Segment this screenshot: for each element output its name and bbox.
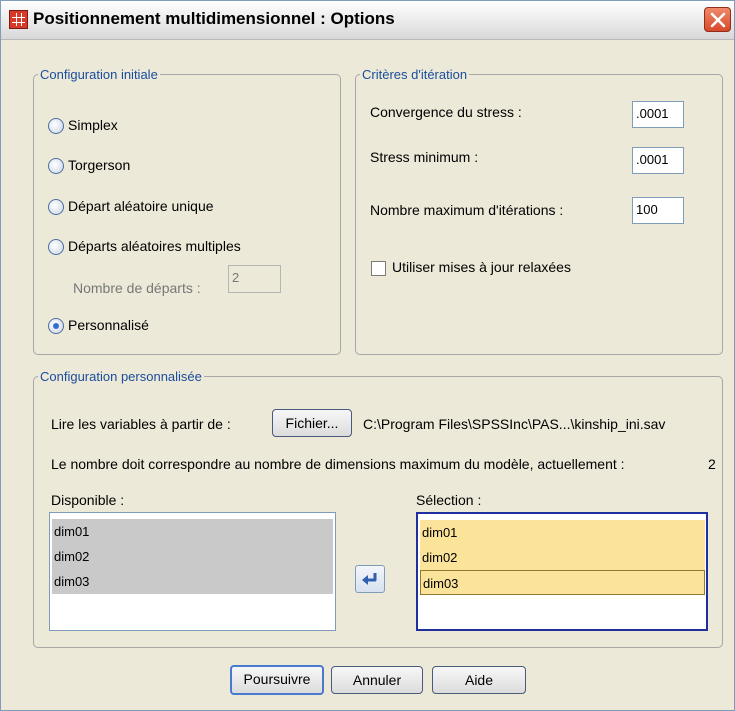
available-list[interactable]: dim01 dim02 dim03 xyxy=(49,512,336,631)
relaxed-updates-label[interactable]: Utiliser mises à jour relaxées xyxy=(392,259,571,275)
file-button[interactable]: Fichier... xyxy=(272,409,352,437)
custom-config-legend: Configuration personnalisée xyxy=(40,369,202,384)
available-label: Disponible : xyxy=(51,492,125,508)
help-button[interactable]: Aide xyxy=(432,666,526,694)
dimensions-note: Le nombre doit correspondre au nombre de… xyxy=(51,456,625,472)
radio-single-random-start[interactable] xyxy=(48,199,64,215)
max-iterations-input[interactable]: 100 xyxy=(632,197,684,224)
list-item[interactable]: dim01 xyxy=(52,519,333,544)
convergence-label: Convergence du stress : xyxy=(370,104,522,120)
spss-table-icon xyxy=(9,10,28,29)
convergence-input[interactable]: .0001 xyxy=(632,101,684,128)
file-path: C:\Program Files\SPSSInc\PAS...\kinship_… xyxy=(363,416,666,432)
list-item[interactable]: dim02 xyxy=(420,545,705,570)
relaxed-updates-checkbox[interactable] xyxy=(371,261,386,276)
list-item[interactable]: dim02 xyxy=(52,544,333,569)
options-dialog: Positionnement multidimensionnel : Optio… xyxy=(0,0,735,711)
iteration-criteria-legend: Critères d'itération xyxy=(362,67,468,82)
radio-multiple-random-starts[interactable] xyxy=(48,239,64,255)
cancel-button[interactable]: Annuler xyxy=(331,666,423,694)
close-button[interactable] xyxy=(704,7,731,32)
list-item[interactable]: dim03 xyxy=(52,569,333,594)
close-icon xyxy=(710,12,726,28)
list-item[interactable]: dim03 xyxy=(420,570,705,595)
max-iterations-label: Nombre maximum d'itérations : xyxy=(370,202,564,218)
selection-list[interactable]: dim01 dim02 dim03 xyxy=(416,512,708,631)
radio-custom[interactable] xyxy=(48,318,64,334)
min-stress-label: Stress minimum : xyxy=(370,149,479,165)
starts-count-label: Nombre de départs : xyxy=(73,280,201,296)
initial-config-legend: Configuration initiale xyxy=(40,67,158,82)
continue-button[interactable]: Poursuivre xyxy=(230,665,324,695)
radio-multiple-random-starts-label[interactable]: Départs aléatoires multiples xyxy=(68,238,241,254)
list-item[interactable]: dim01 xyxy=(420,520,705,545)
radio-torgerson[interactable] xyxy=(48,158,64,174)
arrow-left-icon xyxy=(362,573,377,585)
move-back-button[interactable] xyxy=(355,565,385,593)
radio-custom-label[interactable]: Personnalisé xyxy=(68,317,149,333)
window-title: Positionnement multidimensionnel : Optio… xyxy=(33,9,395,28)
radio-torgerson-label[interactable]: Torgerson xyxy=(68,157,130,173)
dimensions-count: 2 xyxy=(708,456,716,472)
min-stress-input[interactable]: .0001 xyxy=(632,147,684,174)
radio-simplex-label[interactable]: Simplex xyxy=(68,117,118,133)
radio-single-random-start-label[interactable]: Départ aléatoire unique xyxy=(68,198,214,214)
title-bar[interactable]: Positionnement multidimensionnel : Optio… xyxy=(1,1,734,40)
selection-label: Sélection : xyxy=(416,492,482,508)
radio-simplex[interactable] xyxy=(48,118,64,134)
read-variables-label: Lire les variables à partir de : xyxy=(51,416,231,432)
starts-count-input[interactable]: 2 xyxy=(228,265,281,293)
